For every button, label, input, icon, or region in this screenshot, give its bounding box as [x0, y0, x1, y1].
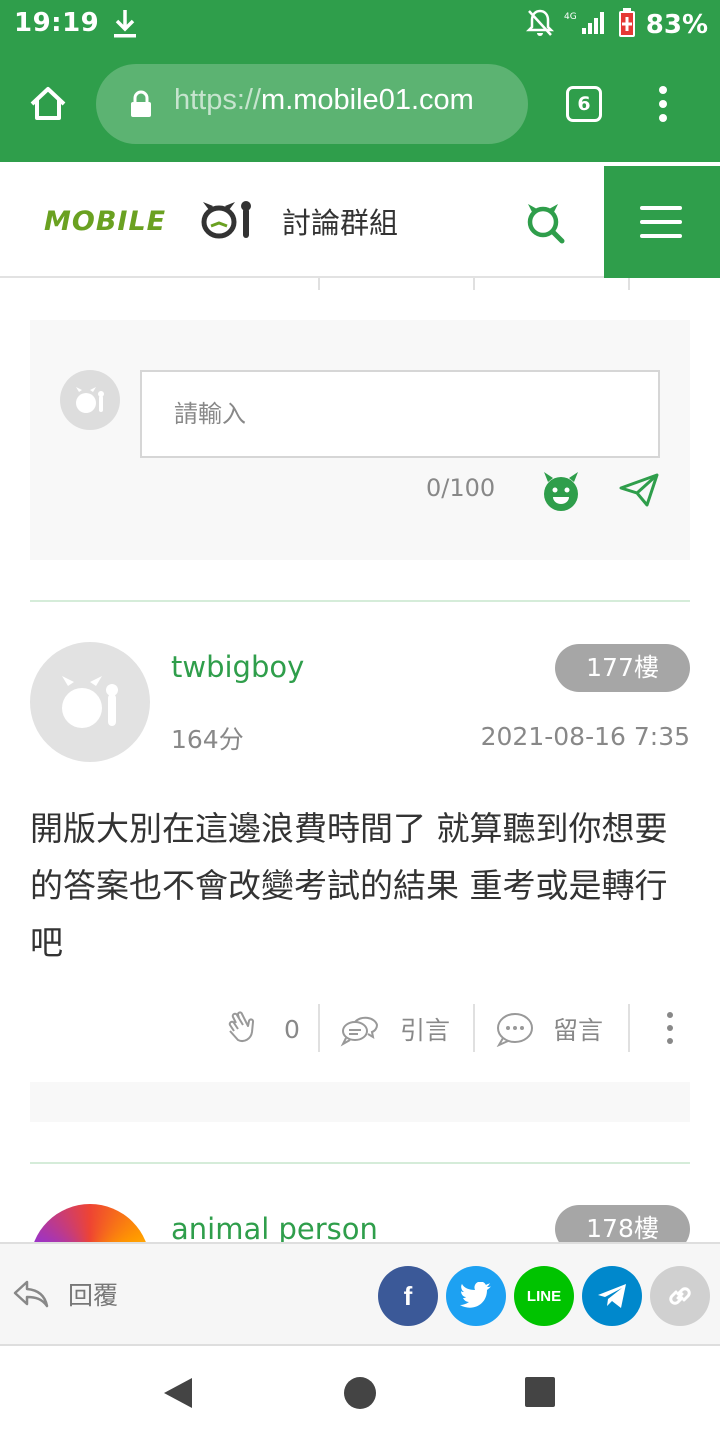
url-host: m.mobile01.com — [261, 84, 474, 116]
reply-icon — [13, 1280, 49, 1308]
share-facebook-button[interactable]: f — [378, 1266, 438, 1326]
post-comments-area — [30, 1082, 690, 1122]
quote-button[interactable]: 引言 — [340, 1004, 450, 1054]
link-icon — [669, 1287, 691, 1305]
section-title: 討論群組 — [282, 206, 399, 240]
avatar[interactable] — [30, 642, 150, 762]
avatar — [60, 370, 120, 430]
status-icons: 4G 83% — [525, 8, 708, 42]
post-username[interactable]: animal person — [171, 1212, 378, 1246]
recents-icon[interactable] — [524, 1376, 556, 1408]
signal-icon: 4G — [564, 10, 608, 40]
battery-icon — [618, 8, 636, 42]
post-more-button[interactable] — [660, 1010, 680, 1046]
home-button[interactable] — [26, 82, 70, 126]
copy-link-button[interactable] — [650, 1266, 710, 1326]
download-icon — [112, 8, 138, 44]
comment-label: 留言 — [553, 1016, 604, 1045]
mobile01-logo[interactable]: MOBILE — [44, 196, 260, 248]
divider — [30, 600, 690, 602]
comment-composer: 0/100 — [30, 320, 690, 560]
emoji-icon — [544, 472, 578, 511]
post-username[interactable]: twbigboy — [171, 650, 304, 684]
post-date: 2021-08-16 7:35 — [480, 722, 690, 751]
send-button[interactable] — [618, 472, 660, 508]
quote-label: 引言 — [400, 1016, 451, 1045]
battery-level: 83% — [645, 10, 708, 40]
share-line-button[interactable]: LINE — [514, 1266, 574, 1326]
tab-switcher-button[interactable]: 6 — [566, 86, 602, 122]
home-nav-icon[interactable] — [342, 1375, 378, 1411]
default-avatar-icon — [76, 387, 104, 413]
share-twitter-button[interactable] — [446, 1266, 506, 1326]
status-time: 19:19 — [14, 8, 100, 38]
facebook-icon: f — [403, 1280, 413, 1311]
back-icon[interactable] — [162, 1376, 194, 1410]
floor-badge[interactable]: 177樓 — [555, 644, 690, 692]
quote-icon — [340, 1016, 379, 1047]
home-icon — [30, 87, 66, 120]
browser-menu-button[interactable] — [648, 84, 678, 124]
search-button[interactable] — [524, 202, 566, 244]
hamburger-menu-button[interactable] — [604, 166, 720, 278]
like-count: 0 — [284, 1014, 300, 1044]
divider — [30, 1162, 690, 1164]
post-actions: 0 引言 留言 — [0, 1004, 720, 1054]
url-text: https://m.mobile01.com — [174, 84, 474, 117]
hamburger-line — [640, 234, 682, 238]
line-icon: LINE — [526, 1287, 562, 1305]
twitter-icon — [460, 1282, 491, 1308]
send-icon — [619, 473, 659, 507]
url-bar[interactable]: https://m.mobile01.com — [96, 64, 528, 144]
comment-input[interactable] — [140, 370, 660, 458]
like-button[interactable]: 0 — [226, 1004, 300, 1054]
more-vert-icon — [659, 86, 667, 122]
comment-icon — [496, 1013, 533, 1047]
more-vert-icon — [667, 1012, 673, 1044]
svg-text:MOBILE: MOBILE — [44, 206, 166, 237]
hamburger-line — [640, 206, 682, 210]
search-icon — [527, 204, 565, 244]
comment-button[interactable]: 留言 — [495, 1004, 603, 1054]
system-nav-bar — [0, 1346, 720, 1440]
lock-icon — [130, 90, 152, 122]
notifications-off-icon — [525, 8, 554, 42]
reply-label: 回覆 — [68, 1281, 119, 1310]
bottom-action-bar: 回覆 f LINE — [0, 1242, 720, 1346]
status-bar: 19:19 4G 83% — [0, 0, 720, 50]
default-avatar-icon — [62, 676, 118, 728]
browser-chrome: 19:19 4G 83% https://m.mobile01.com 6 — [0, 0, 720, 162]
reply-button[interactable]: 回覆 — [12, 1274, 118, 1314]
post-user-score: 164分 — [171, 725, 244, 754]
hamburger-line — [640, 220, 682, 224]
previous-actions-row — [0, 278, 720, 292]
char-counter: 0/100 — [426, 474, 496, 502]
telegram-icon — [598, 1284, 626, 1308]
emoji-button[interactable] — [540, 470, 582, 512]
address-row: https://m.mobile01.com 6 — [0, 64, 720, 144]
site-header: MOBILE 討論群組 — [0, 166, 720, 278]
share-telegram-button[interactable] — [582, 1266, 642, 1326]
url-scheme: https:// — [174, 84, 262, 116]
network-type: 4G — [564, 12, 577, 22]
clap-icon — [228, 1011, 255, 1042]
post-body: 開版大別在這邊浪費時間了 就算聽到你想要的答案也不會改變考試的結果 重考或是轉行… — [30, 809, 668, 962]
